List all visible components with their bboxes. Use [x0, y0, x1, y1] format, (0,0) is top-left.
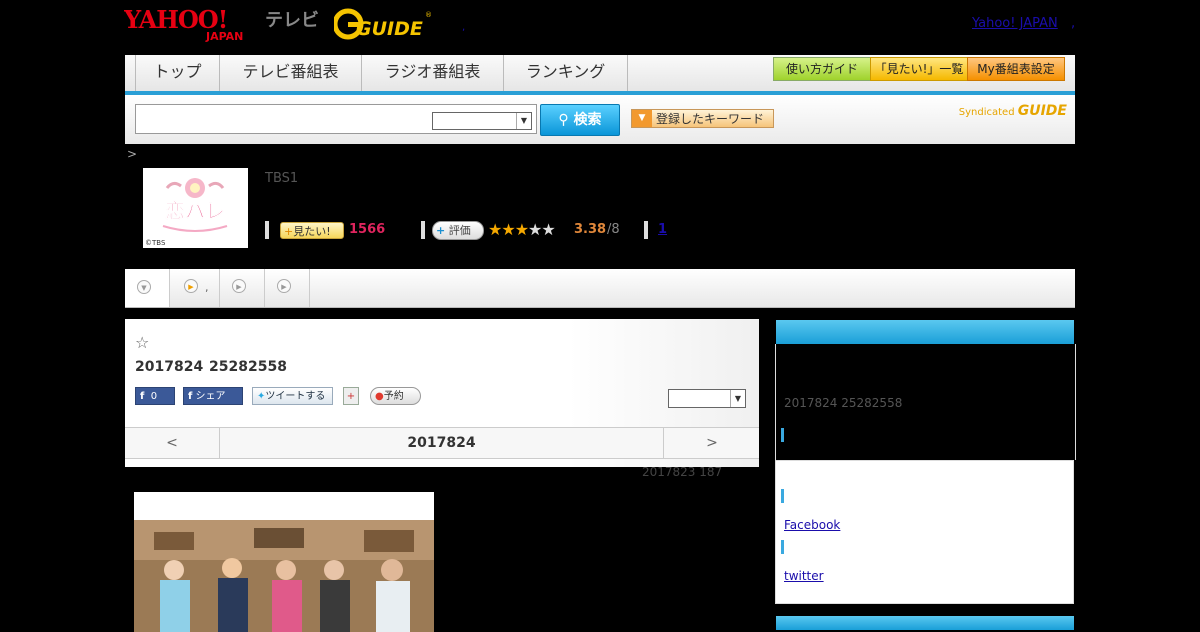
facebook-share-label: シェア [195, 391, 226, 402]
star-icon: ★ [501, 220, 515, 239]
chevron-down-icon: ▼ [516, 113, 531, 129]
channel-name: TBS1 [265, 171, 299, 186]
tweet-label: ツイートする [265, 391, 326, 402]
facebook-share-button[interactable]: f シェア [183, 387, 243, 405]
search-bar: ▼ ⚲ 検索 ▼ 登録したキーワード Syndicated GUIDE [125, 95, 1075, 144]
previous-episode-button[interactable]: < [125, 428, 220, 458]
facebook-link[interactable]: Facebook [784, 518, 840, 532]
rate-label: 評価 [448, 224, 471, 237]
air-date: 2017824 [135, 359, 204, 375]
update-note: 2017823 187 [642, 465, 723, 479]
header-dot: , [462, 22, 466, 33]
registered-keywords-label: 登録したキーワード [656, 112, 765, 126]
sidebar-header-2 [776, 616, 1074, 630]
tab-cast[interactable]: ▶ [220, 269, 265, 307]
plus-icon: + [436, 224, 446, 237]
star-icon: ★ [488, 220, 502, 239]
thumb-copyright: ©TBS [145, 239, 166, 247]
divider [421, 221, 425, 239]
want-to-watch-count: 1566 [349, 222, 386, 237]
nav-tab-top[interactable]: トップ [136, 55, 220, 91]
reserve-recording-button[interactable]: ●予約 [370, 387, 421, 405]
wish-list-button[interactable]: 「見たい!」一覧 [870, 57, 968, 81]
nav-tab-ranking[interactable]: ランキング [504, 55, 628, 91]
facebook-icon: f [140, 391, 145, 402]
tab-related[interactable]: ▶ [265, 269, 310, 307]
program-logo-image: 恋ハレ ©TBS [143, 168, 248, 248]
header-link-separator: , [1071, 16, 1076, 31]
program-thumbnail[interactable]: 恋ハレ ©TBS [143, 168, 248, 248]
facebook-icon: f [188, 391, 193, 402]
rating-max: /8 [607, 222, 620, 237]
search-button-label: 検索 [573, 112, 602, 128]
facebook-like-count[interactable]: f 0 [135, 387, 175, 405]
star-icon: ★ [528, 220, 542, 239]
divider [265, 221, 269, 239]
nav-spacer [125, 55, 136, 91]
episode-select[interactable]: ▼ [668, 389, 746, 408]
program-logo-text: 恋ハレ [165, 199, 225, 223]
program-tab-strip: ▼ ▶ , ▶ ▶ [125, 269, 1075, 308]
sidebar-datetime: 2017824 25282558 [784, 396, 903, 410]
favorite-star-icon[interactable]: ☆ [135, 333, 149, 352]
play-icon: ▶ [277, 279, 291, 293]
add-calendar-icon[interactable]: + [343, 387, 359, 405]
dropdown-arrow-icon: ▼ [632, 110, 652, 127]
svg-text:GUIDE: GUIDE [356, 18, 423, 40]
cast-photo [134, 492, 434, 632]
nav-tab-radio-guide[interactable]: ラジオ番組表 [362, 55, 504, 91]
facebook-count-value: 0 [150, 391, 158, 402]
registered-keywords-button[interactable]: ▼ 登録したキーワード [631, 109, 774, 128]
yahoo-japan-logo[interactable]: YAHOO! JAPAN [124, 6, 262, 42]
air-time: 25282558 [209, 359, 287, 375]
my-guide-settings-button[interactable]: My番組表設定 [967, 57, 1065, 81]
nav-tab-tv-guide[interactable]: テレビ番組表 [220, 55, 362, 91]
syndicated-gguide-logo: Syndicated GUIDE [959, 103, 1067, 119]
tab-episode-dot: , [205, 281, 209, 294]
twitter-link[interactable]: twitter [784, 569, 824, 583]
breadcrumb: > [127, 147, 138, 161]
play-icon: ▶ [232, 279, 246, 293]
divider [644, 221, 648, 239]
want-to-watch-button[interactable]: +見たい! [280, 222, 344, 239]
record-dot-icon: ● [375, 391, 384, 402]
plus-icon: + [284, 225, 294, 238]
episode-photo [134, 492, 434, 632]
rating-value: 3.38 [574, 222, 607, 237]
yahoo-japan-link[interactable]: Yahoo! JAPAN [972, 16, 1058, 31]
tv-label: テレビ [265, 10, 319, 31]
pager-current-date: 2017824 [407, 435, 476, 451]
reserve-label: 予約 [383, 391, 404, 402]
search-button[interactable]: ⚲ 検索 [540, 104, 620, 136]
want-to-watch-label: 見たい! [293, 225, 331, 238]
syndicated-label: Syndicated [958, 107, 1015, 118]
rate-button[interactable]: + 評価 [432, 221, 484, 240]
episode-pager: < 2017824 > [125, 427, 759, 459]
usage-guide-button[interactable]: 使い方ガイド [773, 57, 871, 81]
chevron-down-icon: ▼ [730, 390, 745, 407]
syndicated-guide-text: GUIDE [1017, 103, 1067, 119]
section-marker [781, 540, 784, 554]
chevron-down-icon: ▼ [137, 280, 151, 294]
episode-panel: ☆ 2017824 25282558 f 0 f シェア ✦ツイートする + ●… [125, 319, 759, 467]
star-icon: ★ [514, 220, 529, 239]
tab-episode[interactable]: ▶ , [170, 269, 220, 307]
gguide-logo[interactable]: GUIDE ® [334, 8, 434, 40]
svg-text:JAPAN: JAPAN [205, 30, 243, 42]
section-marker [781, 489, 784, 503]
tab-program-info[interactable]: ▼ [125, 269, 170, 307]
main-nav: トップ テレビ番組表 ラジオ番組表 ランキング 使い方ガイド 「見たい!」一覧 … [125, 55, 1075, 95]
tweet-button[interactable]: ✦ツイートする [252, 387, 333, 405]
search-icon: ⚲ [558, 112, 569, 128]
svg-text:®: ® [425, 11, 432, 19]
comment-count-link[interactable]: 1 [658, 222, 667, 237]
star-icon: ★ [541, 220, 555, 239]
search-category-select[interactable]: ▼ [432, 112, 532, 130]
next-episode-button[interactable]: > [663, 428, 760, 458]
play-icon: ▶ [184, 279, 198, 293]
section-marker [781, 428, 784, 442]
rating-stars: ★★★★★ [488, 220, 556, 239]
sidebar-header [776, 320, 1074, 344]
